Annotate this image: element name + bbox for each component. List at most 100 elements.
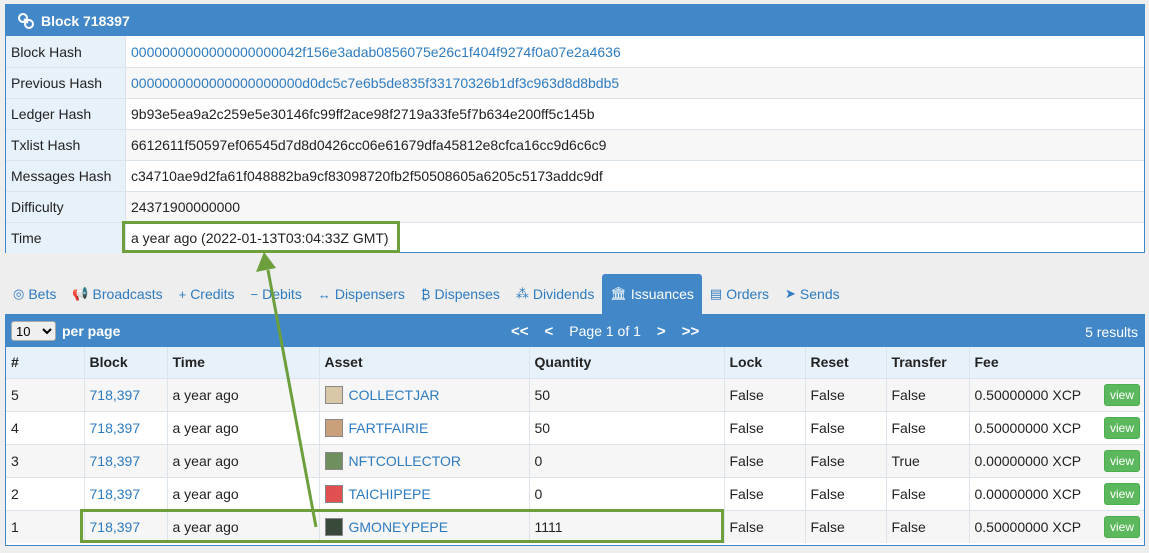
bank-icon: 🏛 xyxy=(610,286,627,301)
table-header-row: # Block Time Asset Quantity Lock Reset Transfer… xyxy=(6,347,1144,379)
block-link[interactable]: 718,397 xyxy=(90,387,141,403)
reset-cell: False xyxy=(805,443,887,477)
tab-dispensers[interactable]: ↔ Dispensers xyxy=(310,274,413,314)
tab-broadcasts[interactable]: 📢 Broadcasts xyxy=(64,274,170,314)
tab-dispenses[interactable]: ₿ Dispenses xyxy=(413,274,508,314)
block-row: Block Hash 0000000000000000000042f156e3ad… xyxy=(6,36,1144,67)
block-cell: 718,397 xyxy=(84,377,168,411)
lock-cell: False xyxy=(724,377,806,411)
tab-label: Dividends xyxy=(532,286,595,302)
time-cell: a year ago xyxy=(167,509,320,543)
fee-cell: 0.00000000 XCP view xyxy=(969,443,1144,477)
transfer-cell: False xyxy=(886,476,970,510)
view-button[interactable]: view xyxy=(1103,383,1140,406)
view-button[interactable]: view xyxy=(1103,515,1140,538)
table-row: 5 718,397 a year ago COLLECTJAR 50 False False… xyxy=(6,377,1145,411)
block-row-value[interactable]: 0000000000000000000000d0dc5c7e6b5de835f3… xyxy=(126,68,1144,98)
asset-cell: FARTFAIRIE xyxy=(319,410,530,444)
issuances-table: # Block Time Asset Quantity Lock Reset Transfer… xyxy=(6,347,1144,543)
row-number: 4 xyxy=(6,410,85,444)
block-cell: 718,397 xyxy=(84,509,168,543)
asset-link[interactable]: NFTCOLLECTOR xyxy=(349,453,462,469)
asset-image-icon xyxy=(324,484,343,503)
first-page-button[interactable]: << xyxy=(511,323,529,340)
block-row: Difficulty 24371900000000 xyxy=(6,191,1144,222)
asset-wrapper: COLLECTJAR xyxy=(324,385,529,404)
block-row-label: Previous Hash xyxy=(6,68,126,98)
pagination: << < Page 1 of 1 > >> xyxy=(503,315,707,347)
block-row-value[interactable]: 0000000000000000000042f156e3adab0856075e… xyxy=(126,36,1144,67)
quantity-cell: 0 xyxy=(529,476,725,510)
paper-plane-icon: ➤ xyxy=(785,286,796,301)
asset-link[interactable]: COLLECTJAR xyxy=(349,387,440,403)
block-cell: 718,397 xyxy=(84,410,168,444)
fee-wrapper: 0.50000000 XCP view xyxy=(975,416,1145,439)
view-button[interactable]: view xyxy=(1103,482,1140,505)
block-link[interactable]: 718,397 xyxy=(90,519,141,535)
block-title: Block 718397 xyxy=(41,12,130,29)
asset-link[interactable]: TAICHIPEPE xyxy=(349,486,431,502)
transfer-cell: True xyxy=(886,443,970,477)
book-icon: ▤ xyxy=(709,286,723,301)
bullseye-icon: ◎ xyxy=(13,286,25,301)
fee-cell: 0.00000000 XCP view xyxy=(969,476,1144,510)
block-row: Txlist Hash 6612611f50597ef06545d7d8d0426… xyxy=(6,129,1144,160)
block-row-label: Time xyxy=(6,223,126,253)
tab-debits[interactable]: − Debits xyxy=(243,274,310,314)
lock-cell: False xyxy=(724,443,806,477)
fee-wrapper: 0.50000000 XCP view xyxy=(974,383,1145,406)
tab-label: Bets xyxy=(28,286,57,302)
block-row: Ledger Hash 9b93e5ea9a2c259e5e30146fc99ff… xyxy=(6,98,1144,129)
next-page-button[interactable]: > xyxy=(657,323,666,340)
block-row: Time a year ago (2022-01-13T03:04:33Z GMT… xyxy=(6,222,1144,253)
quantity-cell: 1111 xyxy=(529,509,725,543)
time-cell: a year ago xyxy=(167,476,320,510)
asset-link[interactable]: GMONEYPEPE xyxy=(349,519,449,535)
last-page-button[interactable]: >> xyxy=(682,323,700,340)
sitemap-icon: ⁂ xyxy=(515,286,529,301)
tab-bets[interactable]: ◎ Bets xyxy=(5,274,64,314)
tab-label: Dispensers xyxy=(334,286,405,302)
asset-wrapper: FARTFAIRIE xyxy=(324,418,529,437)
tab-label: Orders xyxy=(726,286,769,302)
block-row-value: 9b93e5ea9a2c259e5e30146fc99ff2ace98f2719… xyxy=(131,106,595,122)
tab-orders[interactable]: ▤ Orders xyxy=(702,274,777,314)
tab-issuances[interactable]: 🏛 Issuances xyxy=(602,274,702,314)
asset-link[interactable]: FARTFAIRIE xyxy=(349,420,429,436)
asset-cell: COLLECTJAR xyxy=(319,377,530,411)
column-header: Time xyxy=(167,347,320,379)
fee-value: 0.50000000 XCP xyxy=(974,386,1082,403)
prev-page-button[interactable]: < xyxy=(545,323,554,340)
block-row-label: Ledger Hash xyxy=(6,99,126,129)
fee-cell: 0.50000000 XCP view xyxy=(969,377,1145,411)
block-row-label: Block Hash xyxy=(6,36,126,67)
block-row-label: Difficulty xyxy=(6,192,126,222)
fee-value: 0.00000000 XCP xyxy=(974,452,1082,469)
view-button[interactable]: view xyxy=(1103,449,1140,472)
asset-wrapper: GMONEYPEPE xyxy=(324,517,529,536)
tab-credits[interactable]: + Credits xyxy=(171,274,243,314)
row-number: 2 xyxy=(6,476,85,510)
row-number: 1 xyxy=(6,509,85,543)
quantity-cell: 0 xyxy=(529,443,725,477)
quantity-cell: 50 xyxy=(529,410,725,444)
column-header: Asset xyxy=(319,347,530,379)
tab-label: Dispenses xyxy=(434,286,500,302)
view-button[interactable]: view xyxy=(1103,416,1140,439)
column-header: Lock xyxy=(724,347,806,379)
tab-bar: ◎ Bets 📢 Broadcasts + Credits − Debits ↔ Dispense… xyxy=(5,274,1145,314)
block-cell: 718,397 xyxy=(84,476,168,510)
tab-label: Broadcasts xyxy=(92,286,163,302)
fee-cell: 0.50000000 XCP view xyxy=(969,410,1145,444)
block-link[interactable]: 718,397 xyxy=(90,486,141,502)
block-link[interactable]: 718,397 xyxy=(90,420,141,436)
tab-sends[interactable]: ➤ Sends xyxy=(777,274,848,314)
block-row-label: Messages Hash xyxy=(6,161,126,191)
lock-cell: False xyxy=(724,410,806,444)
block-link[interactable]: 718,397 xyxy=(90,453,141,469)
reset-cell: False xyxy=(805,377,887,411)
tab-dividends[interactable]: ⁂ Dividends xyxy=(508,274,602,314)
reset-cell: False xyxy=(805,476,887,510)
table-body: 5 718,397 a year ago COLLECTJAR 50 False False… xyxy=(6,377,1145,543)
per-page-select[interactable]: 10 xyxy=(11,321,56,341)
